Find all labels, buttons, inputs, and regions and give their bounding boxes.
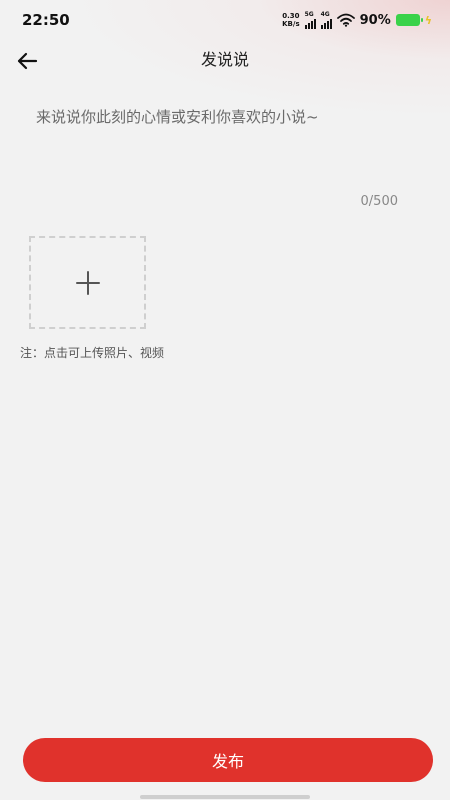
signal-4g-icon: 4G xyxy=(320,11,332,29)
status-bar: 22:50 0.30 KB/s 5G 4G 90% ϟ xyxy=(0,0,450,40)
char-counter: 0/500 xyxy=(360,194,398,209)
network-speed-value: 0.30 xyxy=(282,12,300,20)
plus-icon xyxy=(75,270,100,295)
app-header: 发说说 xyxy=(0,40,450,80)
media-upload-button[interactable] xyxy=(29,236,146,329)
signal-4g-label: 4G xyxy=(320,11,330,18)
publish-button[interactable]: 发布 xyxy=(23,738,433,782)
network-speed-unit: KB/s xyxy=(282,20,300,28)
wifi-icon xyxy=(336,13,355,27)
upload-note: 注：点击可上传照片、视频 xyxy=(20,346,165,360)
status-time: 22:50 xyxy=(22,11,70,29)
home-indicator xyxy=(140,795,310,799)
page-title: 发说说 xyxy=(200,50,249,69)
signal-5g-label: 5G xyxy=(304,11,314,18)
battery-icon xyxy=(395,14,423,26)
signal-5g-icon: 5G xyxy=(304,11,316,29)
charging-bolt-icon: ϟ xyxy=(424,13,432,27)
network-speed: 0.30 KB/s xyxy=(282,12,299,28)
status-icons: 0.30 KB/s 5G 4G 90% ϟ xyxy=(282,11,432,29)
post-content-input[interactable] xyxy=(36,104,416,186)
battery-percent: 90% xyxy=(359,12,391,28)
